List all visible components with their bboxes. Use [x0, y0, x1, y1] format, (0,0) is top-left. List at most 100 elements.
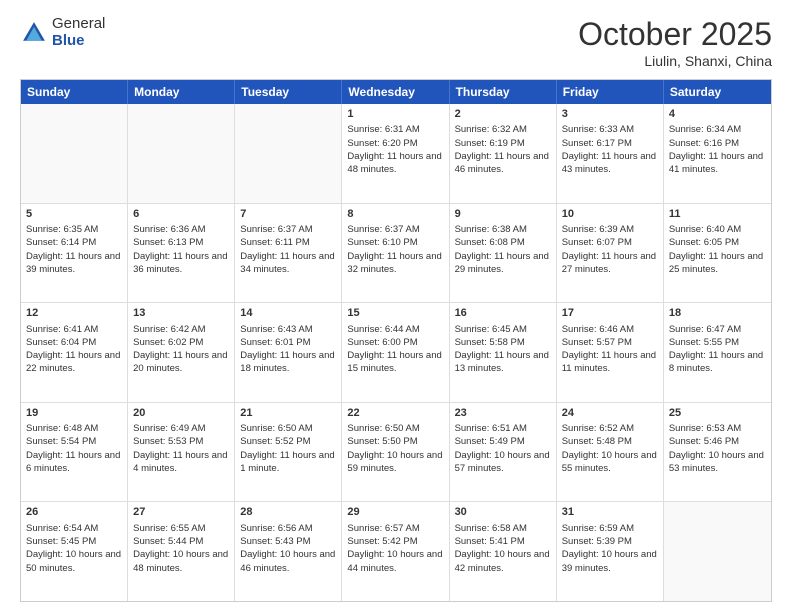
day-cell-1: 1 Sunrise: 6:31 AM Sunset: 6:20 PM Daylig…	[342, 104, 449, 203]
week-row-1: 1 Sunrise: 6:31 AM Sunset: 6:20 PM Daylig…	[21, 104, 771, 203]
day-cell-2: 2 Sunrise: 6:32 AM Sunset: 6:19 PM Daylig…	[450, 104, 557, 203]
day-header-monday: Monday	[128, 80, 235, 104]
day-info: Sunrise: 6:35 AM Sunset: 6:14 PM Dayligh…	[26, 224, 120, 275]
day-info: Sunrise: 6:47 AM Sunset: 5:55 PM Dayligh…	[669, 324, 763, 375]
location: Liulin, Shanxi, China	[578, 53, 772, 69]
day-number: 12	[26, 306, 122, 321]
day-cell-22: 22 Sunrise: 6:50 AM Sunset: 5:50 PM Dayli…	[342, 403, 449, 502]
logo: General Blue	[20, 16, 105, 49]
title-area: October 2025 Liulin, Shanxi, China	[578, 16, 772, 69]
day-cell-4: 4 Sunrise: 6:34 AM Sunset: 6:16 PM Daylig…	[664, 104, 771, 203]
day-number: 2	[455, 107, 551, 122]
day-number: 10	[562, 207, 658, 222]
day-cell-9: 9 Sunrise: 6:38 AM Sunset: 6:08 PM Daylig…	[450, 204, 557, 303]
day-info: Sunrise: 6:36 AM Sunset: 6:13 PM Dayligh…	[133, 224, 227, 275]
day-info: Sunrise: 6:55 AM Sunset: 5:44 PM Dayligh…	[133, 523, 228, 574]
week-row-5: 26Sunrise: 6:54 AM Sunset: 5:45 PM Dayli…	[21, 501, 771, 601]
day-info: Sunrise: 6:41 AM Sunset: 6:04 PM Dayligh…	[26, 324, 120, 375]
calendar-header-row: SundayMondayTuesdayWednesdayThursdayFrid…	[21, 80, 771, 104]
day-info: Sunrise: 6:38 AM Sunset: 6:08 PM Dayligh…	[455, 224, 549, 275]
day-info: Sunrise: 6:39 AM Sunset: 6:07 PM Dayligh…	[562, 224, 656, 275]
day-cell-30: 30 Sunrise: 6:58 AM Sunset: 5:41 PM Dayli…	[450, 502, 557, 601]
day-cell-15: 15 Sunrise: 6:44 AM Sunset: 6:00 PM Dayli…	[342, 303, 449, 402]
day-header-tuesday: Tuesday	[235, 80, 342, 104]
day-number: 11	[669, 207, 766, 222]
day-info: Sunrise: 6:59 AM Sunset: 5:39 PM Dayligh…	[562, 523, 657, 574]
calendar: SundayMondayTuesdayWednesdayThursdayFrid…	[20, 79, 772, 602]
day-cell-10: 10 Sunrise: 6:39 AM Sunset: 6:07 PM Dayli…	[557, 204, 664, 303]
month-title: October 2025	[578, 16, 772, 53]
day-cell-7: 7 Sunrise: 6:37 AM Sunset: 6:11 PM Daylig…	[235, 204, 342, 303]
day-number: 18	[669, 306, 766, 321]
day-cell-3: 3Sunrise: 6:33 AM Sunset: 6:17 PM Daylig…	[557, 104, 664, 203]
day-cell-16: 16 Sunrise: 6:45 AM Sunset: 5:58 PM Dayli…	[450, 303, 557, 402]
day-number: 8	[347, 207, 443, 222]
day-info: Sunrise: 6:51 AM Sunset: 5:49 PM Dayligh…	[455, 423, 550, 474]
day-number: 20	[133, 406, 229, 421]
empty-cell-0-1	[128, 104, 235, 203]
day-info: Sunrise: 6:34 AM Sunset: 6:16 PM Dayligh…	[669, 124, 763, 175]
day-info: Sunrise: 6:54 AM Sunset: 5:45 PM Dayligh…	[26, 523, 121, 574]
day-cell-19: 19Sunrise: 6:48 AM Sunset: 5:54 PM Dayli…	[21, 403, 128, 502]
day-info: Sunrise: 6:37 AM Sunset: 6:11 PM Dayligh…	[240, 224, 334, 275]
day-cell-28: 28Sunrise: 6:56 AM Sunset: 5:43 PM Dayli…	[235, 502, 342, 601]
day-info: Sunrise: 6:50 AM Sunset: 5:52 PM Dayligh…	[240, 423, 334, 474]
day-number: 13	[133, 306, 229, 321]
day-cell-25: 25 Sunrise: 6:53 AM Sunset: 5:46 PM Dayli…	[664, 403, 771, 502]
day-cell-12: 12 Sunrise: 6:41 AM Sunset: 6:04 PM Dayli…	[21, 303, 128, 402]
day-cell-6: 6Sunrise: 6:36 AM Sunset: 6:13 PM Daylig…	[128, 204, 235, 303]
day-info: Sunrise: 6:53 AM Sunset: 5:46 PM Dayligh…	[669, 423, 764, 474]
day-info: Sunrise: 6:46 AM Sunset: 5:57 PM Dayligh…	[562, 324, 656, 375]
day-header-wednesday: Wednesday	[342, 80, 449, 104]
day-info: Sunrise: 6:49 AM Sunset: 5:53 PM Dayligh…	[133, 423, 227, 474]
day-cell-18: 18 Sunrise: 6:47 AM Sunset: 5:55 PM Dayli…	[664, 303, 771, 402]
day-number: 5	[26, 207, 122, 222]
day-number: 22	[347, 406, 443, 421]
day-info: Sunrise: 6:48 AM Sunset: 5:54 PM Dayligh…	[26, 423, 120, 474]
day-number: 21	[240, 406, 336, 421]
day-info: Sunrise: 6:58 AM Sunset: 5:41 PM Dayligh…	[455, 523, 550, 574]
day-number: 9	[455, 207, 551, 222]
day-number: 30	[455, 505, 551, 520]
day-cell-17: 17 Sunrise: 6:46 AM Sunset: 5:57 PM Dayli…	[557, 303, 664, 402]
day-cell-8: 8Sunrise: 6:37 AM Sunset: 6:10 PM Daylig…	[342, 204, 449, 303]
logo-icon	[20, 19, 48, 47]
day-info: Sunrise: 6:32 AM Sunset: 6:19 PM Dayligh…	[455, 124, 549, 175]
logo-text: General Blue	[52, 16, 105, 49]
logo-general-text: General	[52, 16, 105, 33]
day-number: 23	[455, 406, 551, 421]
day-info: Sunrise: 6:45 AM Sunset: 5:58 PM Dayligh…	[455, 324, 549, 375]
day-info: Sunrise: 6:44 AM Sunset: 6:00 PM Dayligh…	[347, 324, 441, 375]
day-number: 25	[669, 406, 766, 421]
day-number: 4	[669, 107, 766, 122]
day-info: Sunrise: 6:52 AM Sunset: 5:48 PM Dayligh…	[562, 423, 657, 474]
day-header-thursday: Thursday	[450, 80, 557, 104]
week-row-4: 19Sunrise: 6:48 AM Sunset: 5:54 PM Dayli…	[21, 402, 771, 502]
day-cell-23: 23 Sunrise: 6:51 AM Sunset: 5:49 PM Dayli…	[450, 403, 557, 502]
day-number: 7	[240, 207, 336, 222]
day-header-sunday: Sunday	[21, 80, 128, 104]
page: General Blue October 2025 Liulin, Shanxi…	[0, 0, 792, 612]
day-info: Sunrise: 6:40 AM Sunset: 6:05 PM Dayligh…	[669, 224, 763, 275]
day-cell-26: 26Sunrise: 6:54 AM Sunset: 5:45 PM Dayli…	[21, 502, 128, 601]
day-number: 27	[133, 505, 229, 520]
day-header-saturday: Saturday	[664, 80, 771, 104]
day-info: Sunrise: 6:33 AM Sunset: 6:17 PM Dayligh…	[562, 124, 656, 175]
logo-blue-text: Blue	[52, 33, 105, 50]
empty-cell-0-2	[235, 104, 342, 203]
day-number: 15	[347, 306, 443, 321]
day-info: Sunrise: 6:50 AM Sunset: 5:50 PM Dayligh…	[347, 423, 442, 474]
calendar-body: 1 Sunrise: 6:31 AM Sunset: 6:20 PM Daylig…	[21, 104, 771, 601]
day-number: 16	[455, 306, 551, 321]
day-number: 31	[562, 505, 658, 520]
day-number: 28	[240, 505, 336, 520]
day-number: 14	[240, 306, 336, 321]
day-cell-31: 31 Sunrise: 6:59 AM Sunset: 5:39 PM Dayli…	[557, 502, 664, 601]
day-number: 1	[347, 107, 443, 122]
empty-cell-4-6	[664, 502, 771, 601]
day-number: 29	[347, 505, 443, 520]
day-header-friday: Friday	[557, 80, 664, 104]
day-number: 17	[562, 306, 658, 321]
day-info: Sunrise: 6:42 AM Sunset: 6:02 PM Dayligh…	[133, 324, 227, 375]
day-info: Sunrise: 6:31 AM Sunset: 6:20 PM Dayligh…	[347, 124, 441, 175]
